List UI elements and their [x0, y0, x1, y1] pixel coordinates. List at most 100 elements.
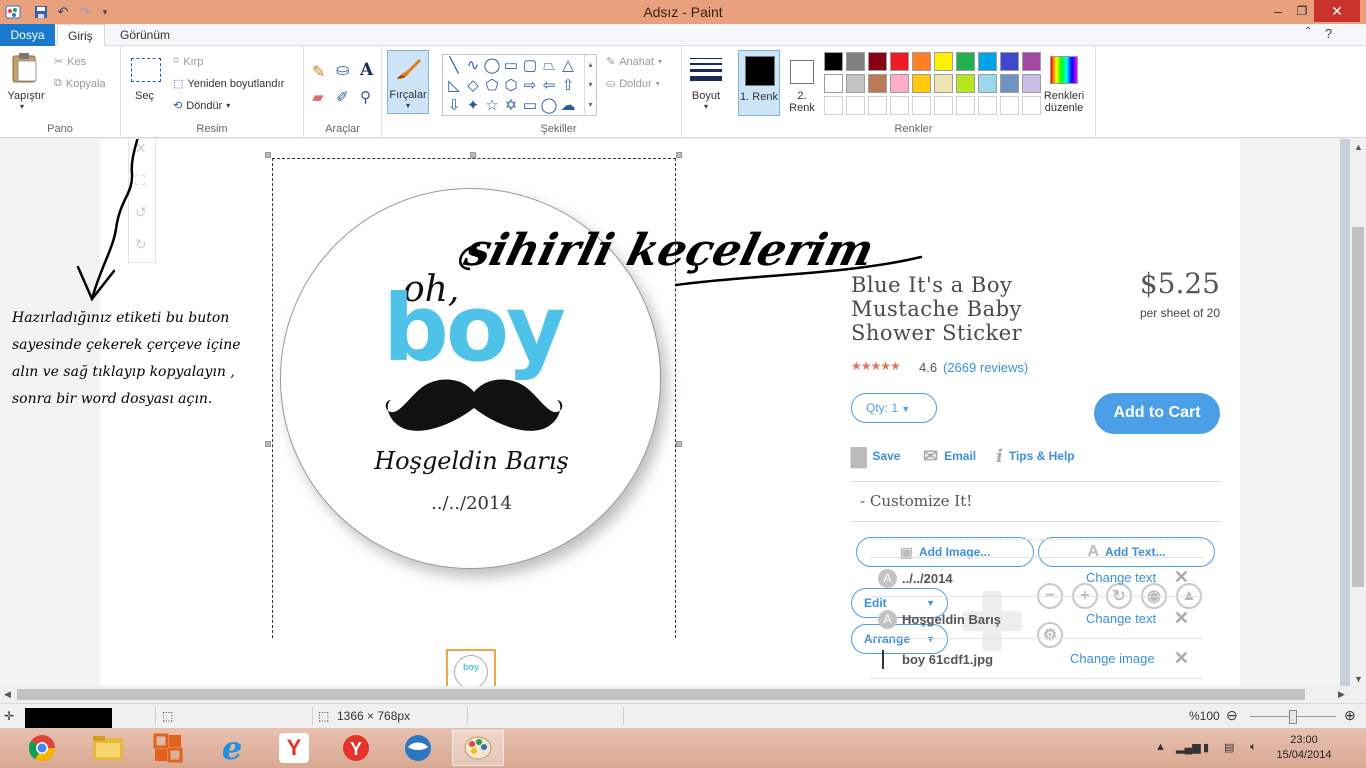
rotate-button[interactable]: ⟲ Döndür ▾: [173, 99, 230, 113]
color-swatch[interactable]: [912, 52, 931, 71]
close-button[interactable]: ✕: [1314, 0, 1360, 22]
outline-button[interactable]: ✎ Anahat ▾: [606, 55, 662, 69]
canvas[interactable]: ✕ ⛶ ↺ ↻ Hazırladığınız etiketi bu buton …: [0, 139, 1340, 686]
office-taskbar-icon[interactable]: [142, 730, 194, 766]
line-shape-icon[interactable]: ╲: [445, 56, 463, 74]
size-dropdown-icon[interactable]: ▾: [688, 102, 724, 111]
quantity-select[interactable]: Qty: 1 ▼: [851, 393, 937, 423]
battery-icon[interactable]: ▮: [1203, 741, 1209, 754]
layer-change-link[interactable]: Change image: [1070, 651, 1155, 666]
add-to-cart-button[interactable]: Add to Cart: [1094, 393, 1220, 434]
custom-color-slot[interactable]: [912, 96, 931, 115]
brushes-button[interactable]: Fırçalar ▾: [387, 50, 429, 114]
tab-view[interactable]: Görünüm: [110, 24, 180, 46]
diamond-shape-icon[interactable]: ◇: [464, 76, 482, 94]
vertical-scroll-thumb[interactable]: [1352, 227, 1364, 587]
save-link[interactable]: ▇ Save: [851, 445, 900, 468]
reviews-link[interactable]: (2669 reviews): [943, 360, 1028, 375]
curve-shape-icon[interactable]: ∿: [464, 56, 482, 74]
zoom-out-button[interactable]: ⊖: [1226, 707, 1238, 724]
pencil-icon[interactable]: ✎: [312, 62, 325, 82]
scroll-left-icon[interactable]: ◀: [4, 689, 11, 700]
size-icon[interactable]: [690, 58, 722, 81]
color-swatch[interactable]: [934, 74, 953, 93]
edit-colors-button[interactable]: Renkleri düzenle: [1040, 90, 1088, 114]
zoom-slider-thumb[interactable]: [1289, 710, 1297, 724]
layer-row[interactable]: A ../../2014 Change text ✕: [870, 557, 1203, 597]
color-swatch[interactable]: [890, 74, 909, 93]
color-swatch[interactable]: [824, 52, 843, 71]
paint-taskbar-icon[interactable]: [452, 730, 504, 766]
color-swatch[interactable]: [978, 74, 997, 93]
tab-file[interactable]: Dosya: [0, 24, 55, 46]
color-swatch[interactable]: [846, 52, 865, 71]
color-swatch[interactable]: [846, 74, 865, 93]
custom-color-slot[interactable]: [846, 96, 865, 115]
yandex-taskbar-icon[interactable]: Y: [268, 730, 320, 766]
callout-cloud-icon[interactable]: ☁: [559, 96, 577, 114]
edit-colors-icon[interactable]: [1050, 56, 1078, 84]
up-arrow-shape-icon[interactable]: ⇧: [559, 76, 577, 94]
polygon-shape-icon[interactable]: ⏢: [540, 56, 558, 74]
shapes-scroll[interactable]: ▴ ▾ ▾: [584, 55, 596, 115]
rectangle-shape-icon[interactable]: ▭: [502, 56, 520, 74]
four-point-star-icon[interactable]: ✦: [464, 96, 482, 114]
color-swatch[interactable]: [868, 74, 887, 93]
select-button[interactable]: Seç: [135, 90, 154, 102]
horizontal-scrollbar[interactable]: ◀ ▶: [0, 686, 1350, 703]
color-swatch[interactable]: [1000, 52, 1019, 71]
scroll-down-icon[interactable]: ▼: [1354, 674, 1363, 684]
callout-rect-icon[interactable]: ▭: [521, 96, 539, 114]
yandex-browser-taskbar-icon[interactable]: Y: [330, 730, 382, 766]
paste-dropdown-icon[interactable]: ▾: [20, 102, 24, 111]
fill-bucket-icon[interactable]: ⛀: [336, 60, 349, 80]
five-point-star-icon[interactable]: ☆: [483, 96, 501, 114]
custom-color-slot[interactable]: [956, 96, 975, 115]
scroll-right-icon[interactable]: ▶: [1338, 689, 1345, 700]
remove-layer-icon[interactable]: ✕: [1174, 567, 1189, 588]
color-swatch[interactable]: [956, 74, 975, 93]
custom-color-slot[interactable]: [1000, 96, 1019, 115]
custom-color-slot[interactable]: [890, 96, 909, 115]
custom-color-slot[interactable]: [868, 96, 887, 115]
customize-heading[interactable]: - Customize It!: [860, 492, 972, 510]
fill-button[interactable]: ⛀ Doldur ▾: [606, 77, 660, 91]
custom-color-slot[interactable]: [824, 96, 843, 115]
pentagon-shape-icon[interactable]: ⬠: [483, 76, 501, 94]
internet-explorer-taskbar-icon[interactable]: e: [206, 729, 258, 767]
custom-color-slot[interactable]: [978, 96, 997, 115]
right-triangle-shape-icon[interactable]: ◺: [445, 76, 463, 94]
custom-color-slot[interactable]: [1022, 96, 1041, 115]
down-arrow-shape-icon[interactable]: ⇩: [445, 96, 463, 114]
magnifier-icon[interactable]: ⚲: [360, 88, 371, 106]
layer-row[interactable]: boy 61cdf1.jpg Change image ✕: [870, 639, 1203, 679]
clock[interactable]: 23:00 15/04/2014: [1264, 733, 1344, 763]
show-hidden-icons[interactable]: ▲: [1155, 741, 1166, 753]
collapse-ribbon-icon[interactable]: ⌃: [1304, 26, 1312, 37]
color-swatch[interactable]: [1022, 52, 1041, 71]
crop-button[interactable]: ⌗ Kırp: [173, 55, 203, 68]
color-swatch[interactable]: [1022, 74, 1041, 93]
color-swatch[interactable]: [890, 52, 909, 71]
six-point-star-icon[interactable]: ✡: [502, 96, 520, 114]
color-swatch[interactable]: [978, 52, 997, 71]
layer-change-link[interactable]: Change text: [1086, 570, 1156, 585]
tips-link[interactable]: i Tips & Help: [996, 445, 1075, 467]
file-explorer-taskbar-icon[interactable]: [82, 730, 134, 766]
paste-button[interactable]: Yapıştır: [4, 90, 48, 102]
scroll-up-icon[interactable]: ▲: [1354, 142, 1363, 152]
text-tool-icon[interactable]: A: [360, 60, 373, 80]
resize-button[interactable]: ⬚ Yeniden boyutlandır: [173, 77, 284, 91]
cut-button[interactable]: ✂ Kes: [54, 55, 86, 69]
vertical-scrollbar[interactable]: ▲ ▼: [1350, 139, 1366, 686]
color-swatch[interactable]: [868, 52, 887, 71]
network-icon[interactable]: ▂▄▆: [1176, 741, 1201, 754]
color-swatch[interactable]: [934, 52, 953, 71]
custom-color-slot[interactable]: [934, 96, 953, 115]
layer-row[interactable]: A Hoşgeldin Barış Change text ✕: [870, 599, 1203, 639]
remove-layer-icon[interactable]: ✕: [1174, 608, 1189, 629]
color2-button[interactable]: 2. Renk: [784, 50, 824, 116]
color-swatch[interactable]: [912, 74, 931, 93]
left-arrow-shape-icon[interactable]: ⇦: [540, 76, 558, 94]
color-swatch[interactable]: [1000, 74, 1019, 93]
